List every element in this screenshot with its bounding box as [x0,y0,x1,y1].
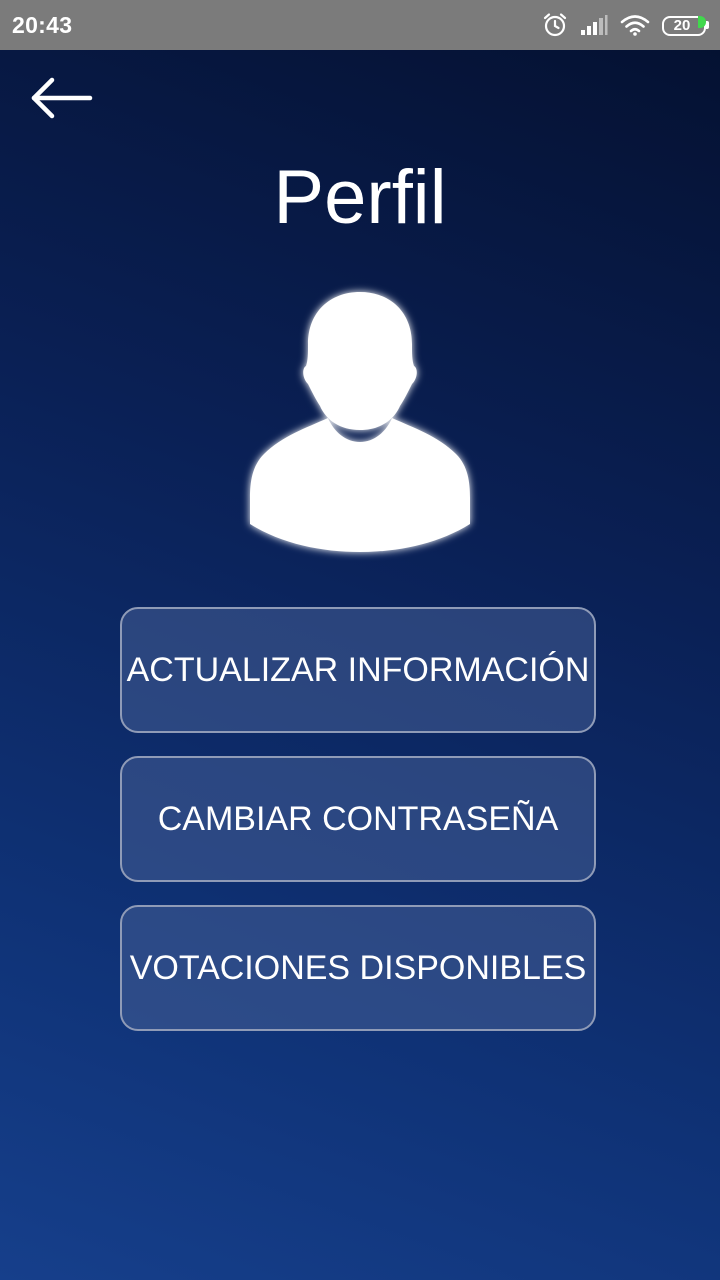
battery-icon: 20 [662,14,709,36]
status-time: 20:43 [12,12,73,38]
avatar [238,282,482,562]
change-password-label: CAMBIAR CONTRASEÑA [157,799,559,838]
back-arrow-icon [31,77,93,119]
available-votes-label: VOTACIONES DISPONIBLES [129,948,587,987]
status-icons: 20 [542,10,709,40]
change-password-button[interactable]: CAMBIAR CONTRASEÑA [120,756,596,882]
profile-screen: 20:43 20 Perfil ACTUALIZAR INFORMACIÓN C… [0,0,720,1280]
back-button[interactable] [24,70,100,126]
status-bar: 20:43 20 [0,0,720,50]
user-silhouette-icon [250,292,470,552]
page-title: Perfil [273,155,447,240]
available-votes-button[interactable]: VOTACIONES DISPONIBLES [120,905,596,1031]
battery-level: 20 [673,17,691,34]
update-info-label: ACTUALIZAR INFORMACIÓN [126,650,590,689]
wifi-icon [620,14,650,36]
update-info-button[interactable]: ACTUALIZAR INFORMACIÓN [120,607,596,733]
signal-icon [580,14,608,36]
alarm-icon [542,12,568,38]
